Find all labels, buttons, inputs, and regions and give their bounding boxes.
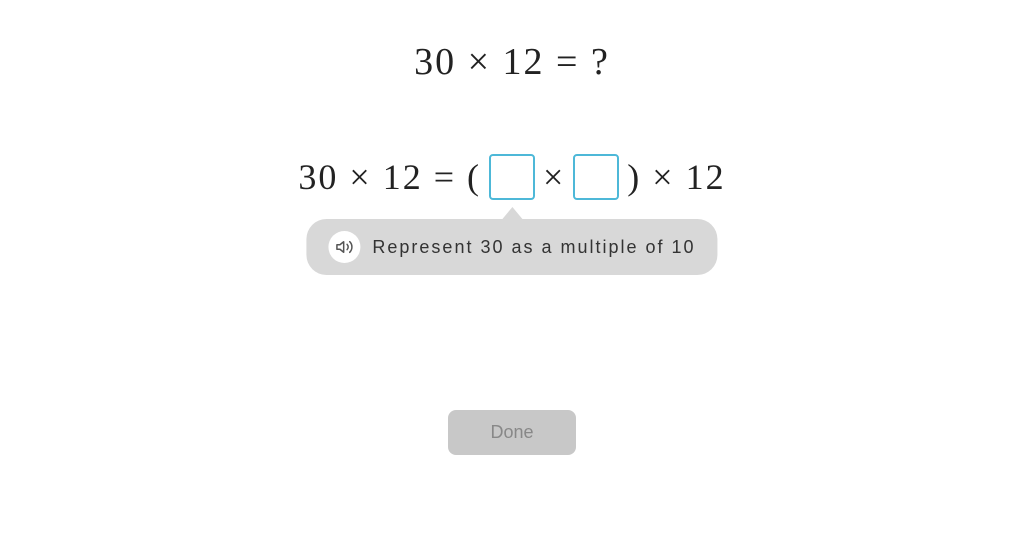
eq-suffix: ) × 12 (623, 156, 729, 198)
eq-times: × (539, 156, 569, 198)
input-box-2[interactable] (573, 154, 619, 200)
main-equation: 30 × 12 = ? (414, 40, 610, 84)
speaker-button[interactable] (328, 231, 360, 263)
input-box-1[interactable] (489, 154, 535, 200)
eq-prefix: 30 × 12 = ( (294, 156, 485, 198)
tooltip-text: Represent 30 as a multiple of 10 (372, 237, 695, 258)
sub-equation-row: 30 × 12 = ( × ) × 12 Represent 30 as a m… (294, 154, 729, 200)
hint-tooltip: Represent 30 as a multiple of 10 (306, 219, 717, 275)
done-button[interactable]: Done (448, 410, 575, 455)
